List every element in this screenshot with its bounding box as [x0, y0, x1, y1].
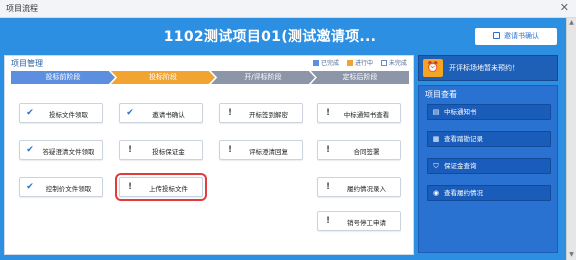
record-icon: ▦ [432, 135, 440, 143]
window-title: 项目流程 [6, 4, 38, 13]
task-invite-confirm[interactable]: ✔ 邀请书确认 [119, 103, 203, 123]
check-icon: ✔ [26, 145, 34, 155]
stage-pre-bid[interactable]: 投标前阶段 [11, 71, 115, 84]
exclamation-icon: ! [325, 216, 331, 226]
project-title: 1102测试项目01(测试邀请项... [163, 29, 377, 45]
right-panel: ⏰ 开评标场地暂未预约！ 项目查看 ▤ 中标通知书 ▦ 查看踏勘记录 ⛉ 保证金查询 … [418, 55, 558, 255]
project-management-panel: 项目管理 已完成 进行中 未完成 投标前阶段 投标阶段 开/评标阶段 定标后阶段… [4, 55, 414, 255]
eye-icon: ◉ [432, 189, 440, 197]
stage-bidding[interactable]: 投标阶段 [111, 71, 215, 84]
check-icon: ✔ [126, 108, 134, 118]
document-icon: ▤ [432, 108, 440, 116]
not-done-swatch [380, 60, 387, 66]
shield-icon: ⛉ [433, 162, 439, 170]
exclamation-icon: ! [227, 145, 233, 155]
scroll-up-icon[interactable]: ▲ [568, 19, 575, 27]
exclamation-icon: ! [325, 145, 331, 155]
legend-completed: 已完成 [313, 58, 339, 67]
check-icon: ✔ [26, 182, 34, 192]
stage-opening-evaluation[interactable]: 开/评标阶段 [211, 71, 315, 84]
task-bid-bond[interactable]: ! 投标保证金 [119, 140, 203, 160]
scroll-down-icon[interactable]: ▼ [568, 251, 575, 259]
task-closure-application[interactable]: ! 销号停工申请 [317, 211, 401, 231]
task-bid-file-download[interactable]: ✔ 投标文件领取 [19, 103, 103, 123]
window-titlebar: 项目流程 ✕ [0, 0, 576, 18]
task-control-price-download[interactable]: ✔ 控制价文件领取 [19, 177, 103, 197]
venue-notice: ⏰ 开评标场地暂未预约！ [418, 55, 558, 81]
panel-title: 项目管理 [11, 59, 43, 68]
in-progress-swatch [346, 60, 353, 66]
bond-query-button[interactable]: ⛉ 保证金查询 [427, 158, 551, 174]
task-upload-bid-file[interactable]: ! 上传投标文件 [115, 173, 207, 201]
status-legend: 已完成 进行中 未完成 [313, 58, 413, 67]
task-evaluation-clarification[interactable]: ! 评标澄清回复 [219, 140, 303, 160]
exclamation-icon: ! [127, 145, 133, 155]
edit-icon [493, 32, 500, 39]
invite-confirm-label: 邀请书确认 [504, 32, 539, 40]
exclamation-icon: ! [227, 108, 233, 118]
notice-text: 开评标场地暂未预约！ [449, 64, 519, 72]
task-award-notice[interactable]: ! 中标通知书查看 [317, 103, 401, 123]
vertical-scrollbar[interactable]: ▲ ▼ [566, 18, 576, 260]
exclamation-icon: ! [127, 182, 133, 192]
task-contract-sign[interactable]: ! 合同签署 [317, 140, 401, 160]
performance-view-button[interactable]: ◉ 查看履约情况 [427, 185, 551, 201]
alarm-clock-icon: ⏰ [423, 59, 443, 77]
project-view-panel: 项目查看 ▤ 中标通知书 ▦ 查看踏勘记录 ⛉ 保证金查询 ◉ 查看履约情况 [418, 85, 558, 253]
site-visit-record-button[interactable]: ▦ 查看踏勘记录 [427, 131, 551, 147]
task-clarification-download[interactable]: ✔ 答疑澄清文件领取 [19, 140, 103, 160]
award-notice-button[interactable]: ▤ 中标通知书 [427, 104, 551, 120]
invite-confirm-button[interactable]: 邀请书确认 [475, 28, 557, 45]
query-title: 项目查看 [425, 90, 457, 99]
exclamation-icon: ! [325, 182, 331, 192]
stage-bar: 投标前阶段 投标阶段 开/评标阶段 定标后阶段 [11, 71, 409, 84]
task-performance-entry[interactable]: ! 履约情况录入 [317, 177, 401, 197]
legend-not-done: 未完成 [380, 58, 407, 67]
legend-in-progress: 进行中 [346, 58, 373, 67]
check-icon: ✔ [26, 108, 34, 118]
task-opening-sign-in[interactable]: ! 开标签到解密 [219, 103, 303, 123]
close-icon[interactable]: ✕ [560, 1, 569, 15]
exclamation-icon: ! [325, 108, 331, 118]
stage-post-award[interactable]: 定标后阶段 [311, 71, 409, 84]
completed-swatch [313, 60, 319, 66]
